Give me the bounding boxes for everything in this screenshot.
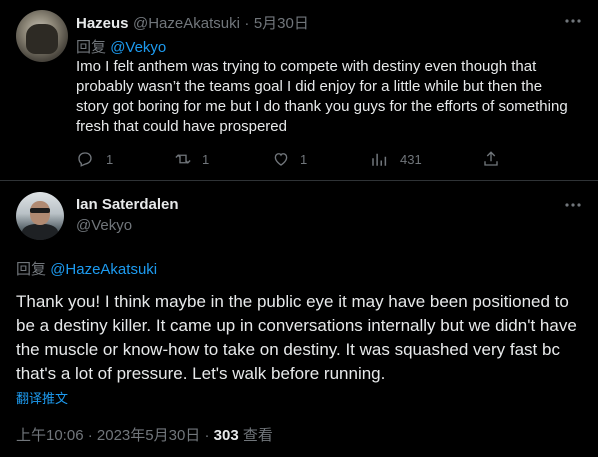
views-button[interactable]: 431 bbox=[370, 150, 422, 173]
author-handle[interactable]: @HazeAkatsuki bbox=[133, 15, 240, 32]
like-button[interactable]: 1 bbox=[272, 150, 307, 173]
reply-icon bbox=[78, 152, 92, 167]
heart-icon bbox=[274, 153, 288, 166]
retweet-button[interactable]: 1 bbox=[174, 150, 209, 173]
meta-separator: · bbox=[87, 427, 93, 444]
tweet-time[interactable]: 上午10:06 bbox=[16, 427, 84, 444]
views-count: 431 bbox=[400, 152, 422, 167]
tweet-header: Hazeus @HazeAkatsuki · 5月30日 bbox=[76, 12, 309, 33]
views-icon bbox=[372, 153, 387, 166]
reply-count: 1 bbox=[106, 152, 114, 167]
views-count: 303 bbox=[213, 427, 239, 444]
tweet-date[interactable]: 2023年5月30日 bbox=[97, 427, 200, 444]
reply-prefix: 回复 bbox=[16, 261, 47, 278]
avatar-glasses bbox=[30, 208, 50, 213]
author-name[interactable]: Ian Saterdalen bbox=[76, 196, 179, 213]
meta-separator: · bbox=[204, 427, 210, 444]
share-icon bbox=[484, 151, 498, 166]
share-button[interactable] bbox=[482, 150, 500, 173]
retweet-icon bbox=[175, 154, 191, 164]
tweet-meta: 上午10:06 · 2023年5月30日 · 303 查看 bbox=[16, 424, 273, 445]
translate-link[interactable]: 翻译推文 bbox=[16, 388, 68, 407]
replying-to: 回复 @HazeAkatsuki bbox=[16, 258, 157, 279]
tweet-text: Imo I felt anthem was trying to compete … bbox=[76, 58, 568, 135]
tweet-date[interactable]: 5月30日 bbox=[254, 15, 309, 32]
author-handle[interactable]: @Vekyo bbox=[76, 217, 132, 234]
reply-prefix: 回复 bbox=[76, 39, 107, 56]
avatar-shirt bbox=[22, 224, 58, 240]
tweet-text: Thank you! I think maybe in the public e… bbox=[16, 292, 577, 383]
author-name[interactable]: Hazeus bbox=[76, 15, 129, 32]
replying-to: 回复 @Vekyo bbox=[76, 36, 166, 57]
reply-to-link[interactable]: @Vekyo bbox=[110, 39, 166, 56]
retweet-count: 1 bbox=[202, 152, 210, 167]
views-label: 查看 bbox=[242, 427, 273, 444]
more-icon[interactable] bbox=[564, 12, 582, 35]
more-icon[interactable] bbox=[564, 196, 582, 219]
avatar-face bbox=[30, 201, 50, 225]
divider bbox=[0, 180, 598, 181]
avatar-figure bbox=[26, 24, 58, 54]
tweet-actions: 1 1 1 431 bbox=[76, 150, 576, 170]
like-count: 1 bbox=[300, 152, 308, 167]
reply-to-link[interactable]: @HazeAkatsuki bbox=[50, 261, 157, 278]
reply-button[interactable]: 1 bbox=[76, 150, 113, 173]
avatar[interactable] bbox=[16, 10, 68, 62]
avatar[interactable] bbox=[16, 192, 64, 240]
header-separator: · bbox=[244, 15, 250, 32]
